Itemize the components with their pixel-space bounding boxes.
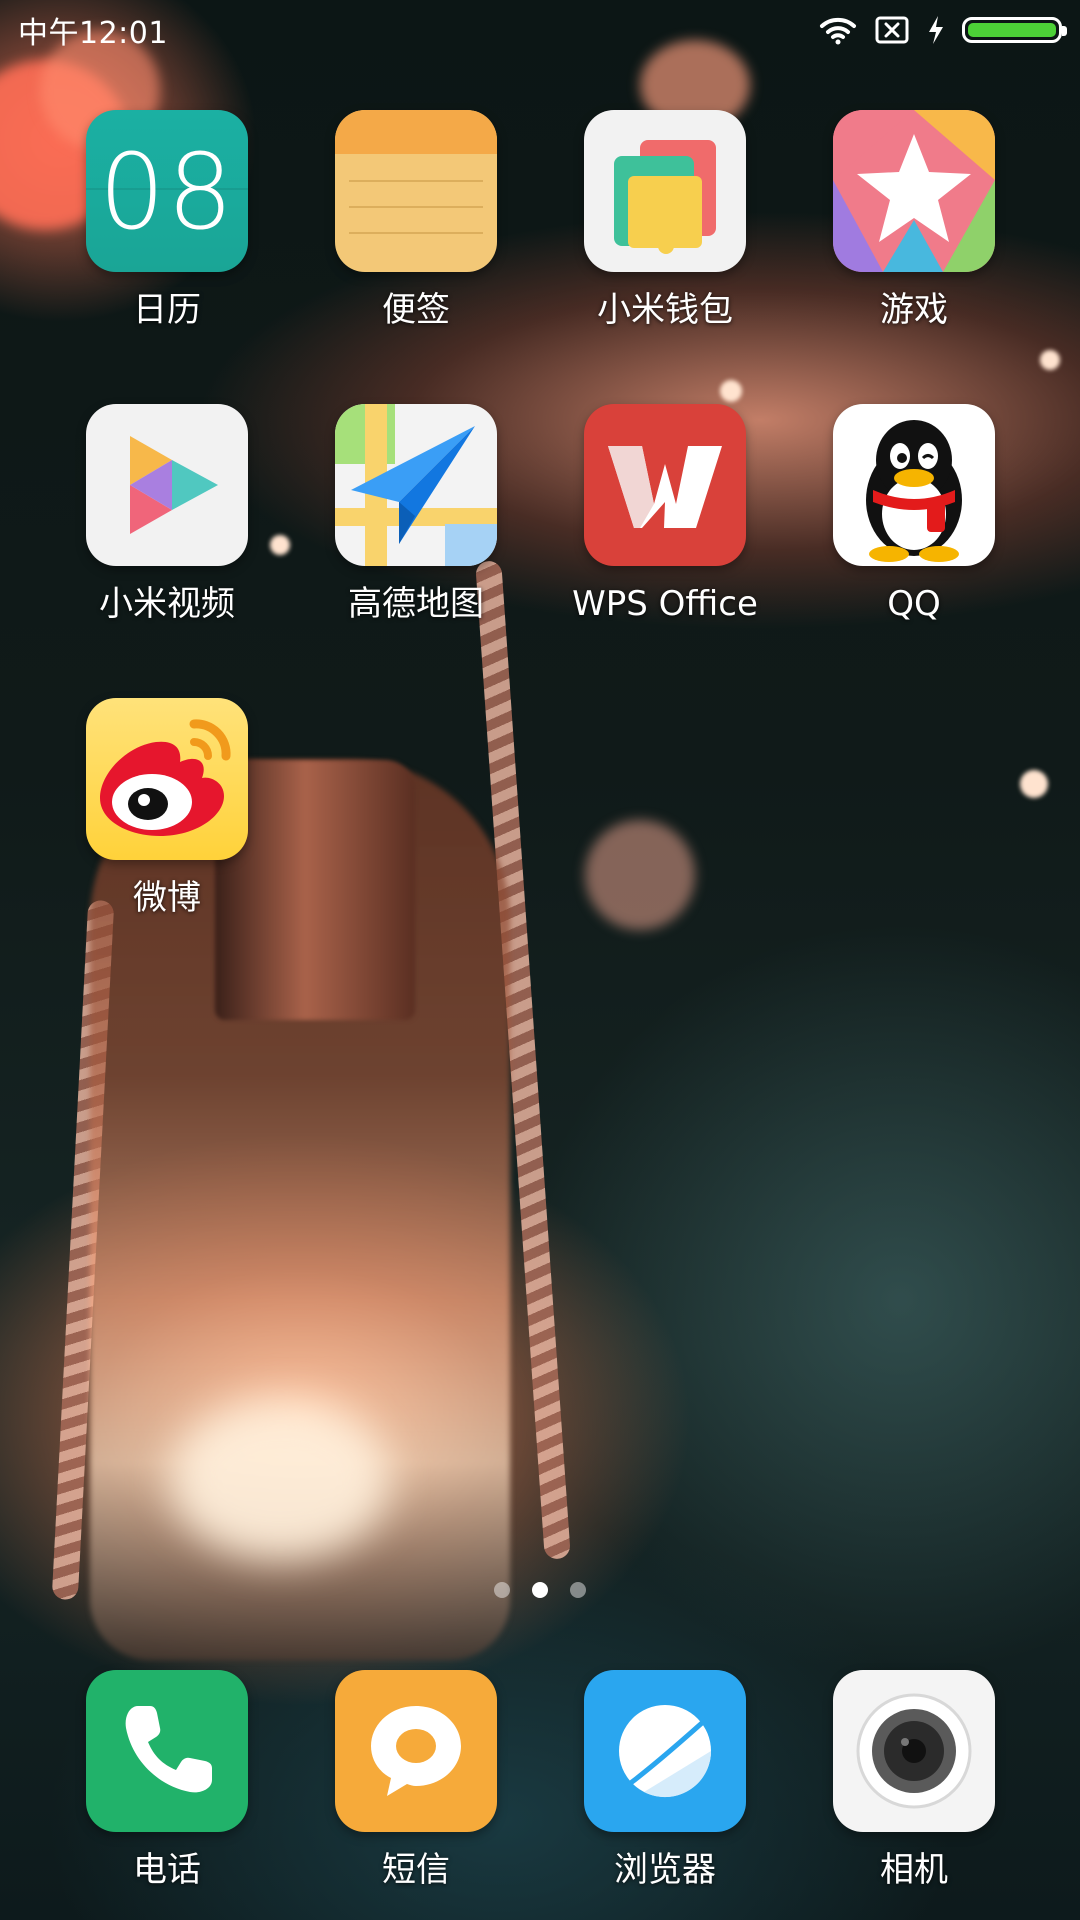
dock-phone[interactable]: 电话 [42,1670,292,1892]
wallet-icon [584,110,746,272]
no-sim-icon [875,16,909,44]
games-icon [833,110,995,272]
app-mi-wallet[interactable]: 小米钱包 [540,110,790,332]
page-dot-active [532,1582,548,1598]
app-label: 微博 [133,878,201,918]
app-qq[interactable]: QQ [789,404,1039,626]
home-screen: 中午12:01 08 日历 便签 小米钱包 游戏 小米视频 高德地图 WPS O… [0,0,1080,1920]
app-label: 浏览器 [614,1850,716,1890]
qq-penguin-icon [833,404,995,566]
app-amap[interactable]: 高德地图 [291,404,541,626]
notes-icon [335,110,497,272]
status-icons [818,15,1067,45]
weibo-icon [86,698,248,860]
dock-messages[interactable]: 短信 [291,1670,541,1892]
app-calendar[interactable]: 08 日历 [42,110,292,332]
message-icon [335,1670,497,1832]
app-label: 电话 [133,1850,201,1890]
page-indicator [0,1582,1080,1598]
status-bar: 中午12:01 [0,0,1080,60]
phone-icon [86,1670,248,1832]
wps-icon [584,404,746,566]
app-label: 便签 [382,290,450,330]
app-label: 日历 [133,290,201,330]
calendar-day: 08 [98,131,236,253]
app-mi-video[interactable]: 小米视频 [42,404,292,626]
wifi-icon [820,17,856,45]
dock-camera[interactable]: 相机 [789,1670,1039,1892]
app-games[interactable]: 游戏 [789,110,1039,332]
status-time: 中午12:01 [18,16,168,51]
page-dot [494,1582,510,1598]
app-label: 短信 [382,1850,450,1890]
calendar-icon: 08 [86,110,248,272]
app-label: QQ [887,584,941,624]
video-icon [86,404,248,566]
app-label: 高德地图 [348,584,484,624]
app-wps-office[interactable]: WPS Office [540,404,790,626]
app-label: 小米视频 [99,584,235,624]
app-label: 游戏 [880,290,948,330]
app-label: 相机 [880,1850,948,1890]
dock-browser[interactable]: 浏览器 [540,1670,790,1892]
battery-icon [962,17,1067,43]
app-label: 小米钱包 [597,290,733,330]
page-dot [570,1582,586,1598]
app-notes[interactable]: 便签 [291,110,541,332]
browser-icon [584,1670,746,1832]
amap-icon [335,404,497,566]
charging-icon [929,16,943,44]
battery-level [968,23,1056,37]
camera-icon [833,1670,995,1832]
app-label: WPS Office [572,584,758,624]
app-weibo[interactable]: 微博 [42,698,292,920]
